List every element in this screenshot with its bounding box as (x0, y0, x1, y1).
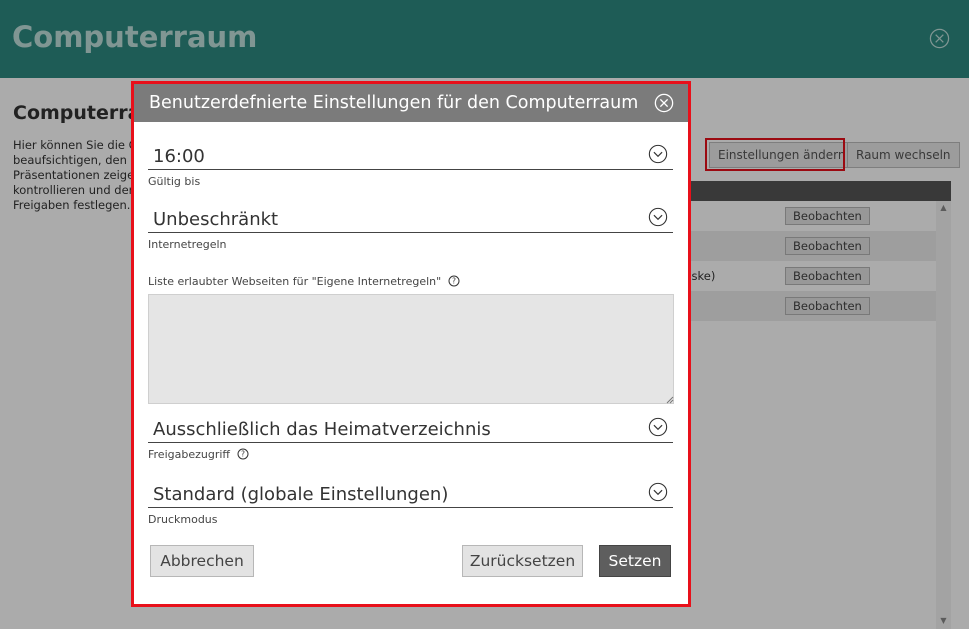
share-access-label: Freigabezugriff (148, 448, 230, 461)
print-mode-label: Druckmodus (148, 513, 218, 526)
svg-text:?: ? (452, 277, 456, 286)
print-mode-select[interactable]: Standard (globale Einstellungen) (148, 482, 673, 508)
valid-until-select[interactable]: 16:00 (148, 144, 673, 170)
set-button[interactable]: Setzen (599, 545, 671, 577)
share-access-field: Ausschließlich das Heimatverzeichnis Fre… (148, 417, 673, 461)
custom-settings-dialog: Benutzerdefnierte Einstellungen für den … (131, 81, 691, 607)
chevron-down-icon[interactable] (648, 207, 668, 227)
allowed-sites-label: Liste erlaubter Webseiten für "Eigene In… (148, 275, 442, 288)
reset-button[interactable]: Zurücksetzen (462, 545, 583, 577)
allowed-sites-textarea[interactable] (148, 294, 674, 404)
dialog-header: Benutzerdefnierte Einstellungen für den … (134, 84, 688, 122)
resize-grip-icon[interactable] (666, 396, 674, 404)
chevron-down-icon[interactable] (648, 144, 668, 164)
valid-until-label: Gültig bis (148, 175, 201, 188)
share-access-label-row: Freigabezugriff ? (148, 448, 673, 461)
help-icon[interactable]: ? (448, 275, 460, 287)
valid-until-field: 16:00 Gültig bis (148, 144, 673, 188)
share-access-value: Ausschließlich das Heimatverzeichnis (153, 419, 491, 440)
internet-rules-field: Unbeschränkt Internetregeln (148, 207, 673, 251)
internet-rules-label: Internetregeln (148, 238, 227, 251)
print-mode-value: Standard (globale Einstellungen) (153, 484, 449, 505)
internet-rules-select[interactable]: Unbeschränkt (148, 207, 673, 233)
share-access-select[interactable]: Ausschließlich das Heimatverzeichnis (148, 417, 673, 443)
dialog-title: Benutzerdefnierte Einstellungen für den … (149, 93, 639, 113)
chevron-down-icon[interactable] (648, 417, 668, 437)
internet-rules-value: Unbeschränkt (153, 209, 279, 230)
chevron-down-icon[interactable] (648, 482, 668, 502)
valid-until-value: 16:00 (153, 146, 205, 167)
cancel-button[interactable]: Abbrechen (150, 545, 254, 577)
svg-text:?: ? (241, 450, 245, 459)
close-icon[interactable] (654, 93, 674, 113)
print-mode-field: Standard (globale Einstellungen) Druckmo… (148, 482, 673, 526)
help-icon[interactable]: ? (237, 448, 249, 460)
allowed-sites-label-row: Liste erlaubter Webseiten für "Eigene In… (148, 275, 460, 288)
